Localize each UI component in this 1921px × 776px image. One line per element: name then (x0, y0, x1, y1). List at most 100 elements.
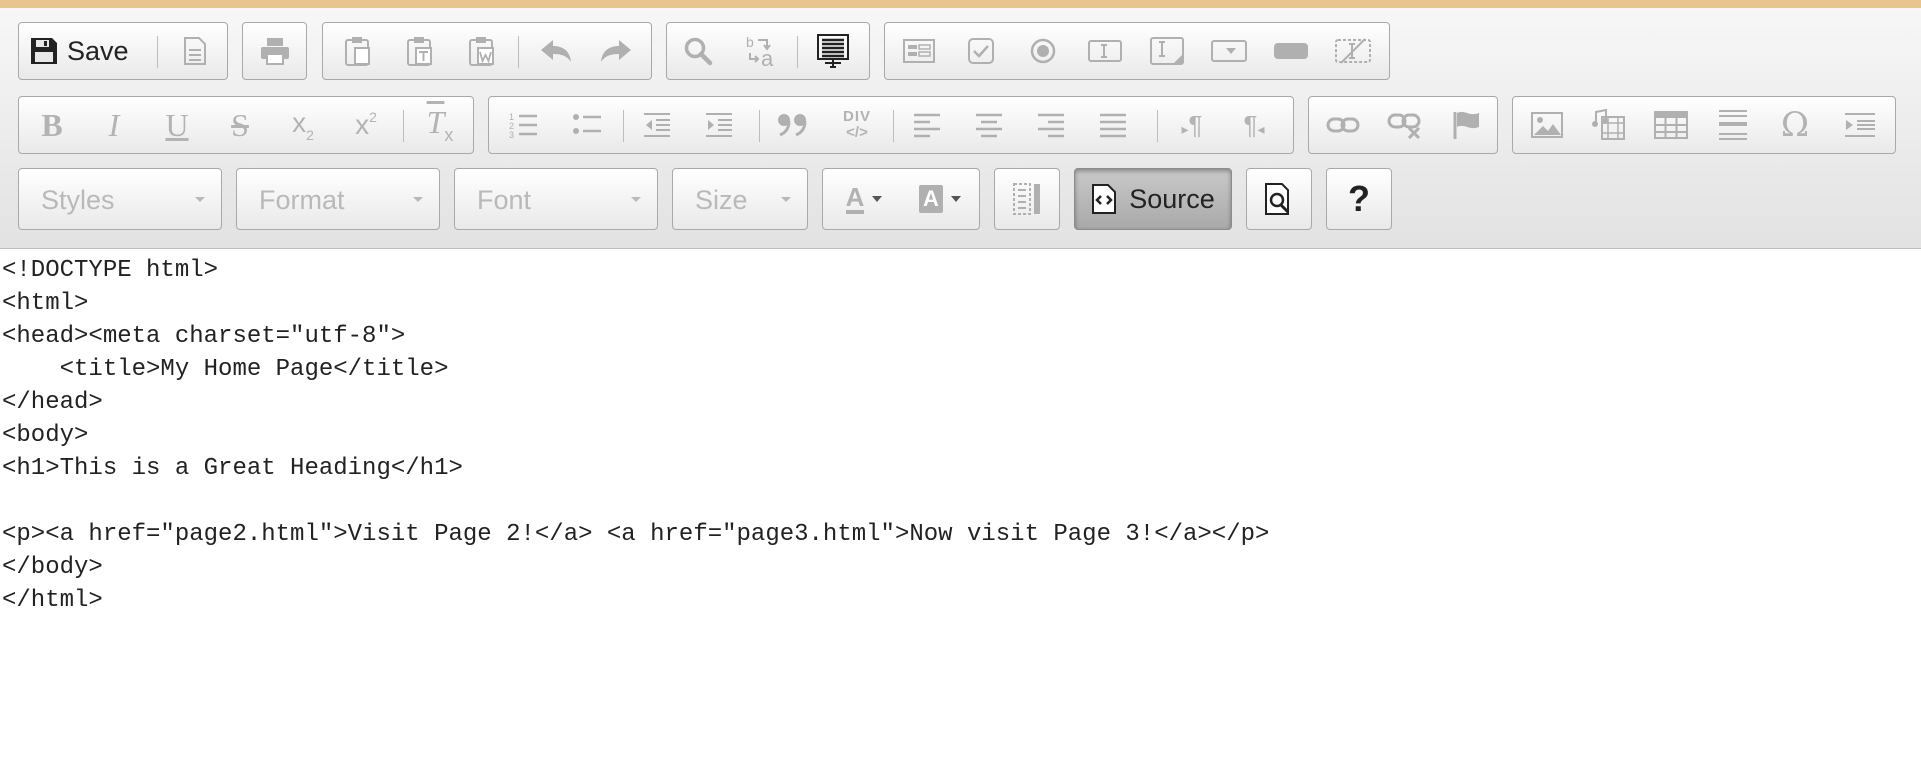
horizontal-rule-button[interactable] (1705, 97, 1761, 153)
styles-dropdown[interactable]: Styles (18, 168, 222, 230)
new-page-icon (182, 36, 208, 66)
bulleted-list-button[interactable] (561, 97, 613, 153)
text-direction-ltr-button[interactable]: ▸¶ (1165, 97, 1219, 153)
text-color-icon: A (845, 182, 865, 214)
page-break-button[interactable] (1829, 97, 1891, 153)
remove-format-button[interactable]: Tx (413, 97, 467, 153)
form-button-button[interactable] (1263, 23, 1318, 79)
button-icon (1273, 41, 1309, 61)
checkbox-button[interactable] (953, 23, 1008, 79)
replace-button[interactable]: ba (735, 23, 787, 79)
code-line: </head> (2, 389, 103, 416)
special-char-button[interactable]: Ω (1767, 97, 1823, 153)
find-button[interactable] (673, 23, 723, 79)
paste-word-icon (467, 35, 497, 67)
text-direction-rtl-button[interactable]: ¶◂ (1227, 97, 1281, 153)
textarea-icon (1149, 36, 1184, 66)
preview-button[interactable] (1247, 169, 1311, 229)
subscript-button[interactable]: x2 (278, 97, 328, 153)
radio-icon (1029, 37, 1057, 65)
help-group: ? (1326, 168, 1392, 230)
undo-button[interactable] (528, 23, 583, 79)
format-dropdown[interactable]: Format (236, 168, 440, 230)
rtl-glyph: ¶ (1243, 109, 1258, 140)
cut-button[interactable] (333, 23, 383, 79)
print-button[interactable] (243, 23, 306, 79)
align-center-button[interactable] (963, 97, 1015, 153)
new-page-button[interactable] (169, 23, 221, 79)
redo-button[interactable] (588, 23, 643, 79)
flag-icon (1452, 110, 1482, 140)
checkbox-icon (967, 37, 995, 65)
underline-button[interactable]: U (152, 97, 202, 153)
increase-indent-button[interactable] (693, 97, 745, 153)
form-button[interactable] (891, 23, 946, 79)
separator (893, 110, 894, 142)
subscript-mark: 2 (306, 127, 314, 143)
forms-group (884, 22, 1390, 80)
numbered-list-button[interactable]: 123 (497, 97, 549, 153)
size-dropdown[interactable]: Size (672, 168, 808, 230)
align-right-button[interactable] (1025, 97, 1077, 153)
blockquote-button[interactable] (767, 97, 819, 153)
superscript-button[interactable]: x2 (341, 97, 391, 153)
undo-icon (539, 38, 573, 64)
source-editor[interactable]: <!DOCTYPE html> <html> <head><meta charset… (0, 250, 1921, 776)
bold-button[interactable]: B (27, 97, 77, 153)
clipboard-history-group (322, 22, 652, 80)
media-button[interactable] (1581, 97, 1637, 153)
redo-icon (599, 38, 633, 64)
remove-format-glyph: T (426, 104, 445, 140)
links-group (1308, 96, 1498, 154)
anchor-button[interactable] (1439, 97, 1495, 153)
strikethrough-button[interactable]: S (215, 97, 265, 153)
decrease-indent-button[interactable] (631, 97, 683, 153)
link-button[interactable] (1315, 97, 1371, 153)
align-center-icon (975, 112, 1003, 138)
paste-word-button[interactable] (457, 23, 507, 79)
code-line: </body> (2, 554, 103, 581)
unlink-button[interactable] (1377, 97, 1433, 153)
radio-button[interactable] (1015, 23, 1070, 79)
text-color-button[interactable]: A (829, 169, 899, 229)
code-line: <body> (2, 422, 89, 449)
select-field-icon (1210, 39, 1247, 63)
justify-icon (1099, 112, 1127, 138)
image-button[interactable] (1519, 97, 1575, 153)
search-icon (683, 36, 713, 66)
table-button[interactable] (1643, 97, 1699, 153)
italic-button[interactable]: I (89, 97, 139, 153)
create-div-button[interactable]: DIV </> (831, 97, 883, 153)
font-dropdown[interactable]: Font (454, 168, 658, 230)
size-label: Size (695, 185, 748, 215)
table-icon (1654, 111, 1688, 139)
text-field-button[interactable] (1077, 23, 1132, 79)
align-left-button[interactable] (901, 97, 953, 153)
justify-button[interactable] (1087, 97, 1139, 153)
basic-styles-group: B I U S x2 x2 Tx (18, 96, 474, 154)
select-all-button[interactable] (805, 23, 861, 79)
chevron-down-icon (872, 196, 883, 202)
select-field-button[interactable] (1201, 23, 1256, 79)
textarea-button[interactable] (1139, 23, 1194, 79)
indent-icon (704, 111, 734, 139)
help-button[interactable]: ? (1327, 169, 1391, 229)
hidden-field-button[interactable] (1325, 23, 1380, 79)
chevron-down-icon (413, 197, 423, 202)
source-code: <!DOCTYPE html> <html> <head><meta charset… (2, 254, 1269, 617)
save-button[interactable]: Save (29, 23, 169, 79)
paste-text-button[interactable] (395, 23, 445, 79)
save-label: Save (67, 35, 129, 66)
outdent-icon (642, 111, 672, 139)
code-line: <p><a href="page2.html">Visit Page 2!</a… (2, 521, 1270, 548)
code-line: <!DOCTYPE html> (2, 257, 219, 284)
clipboard-icon (343, 35, 373, 67)
strikethrough-icon: S (231, 106, 249, 143)
source-label: Source (1129, 183, 1215, 214)
show-blocks-button[interactable] (995, 169, 1059, 229)
media-icon (1592, 109, 1626, 141)
source-button[interactable]: Source (1075, 169, 1231, 229)
background-color-button[interactable]: A (905, 169, 975, 229)
svg-text:3: 3 (509, 130, 514, 139)
